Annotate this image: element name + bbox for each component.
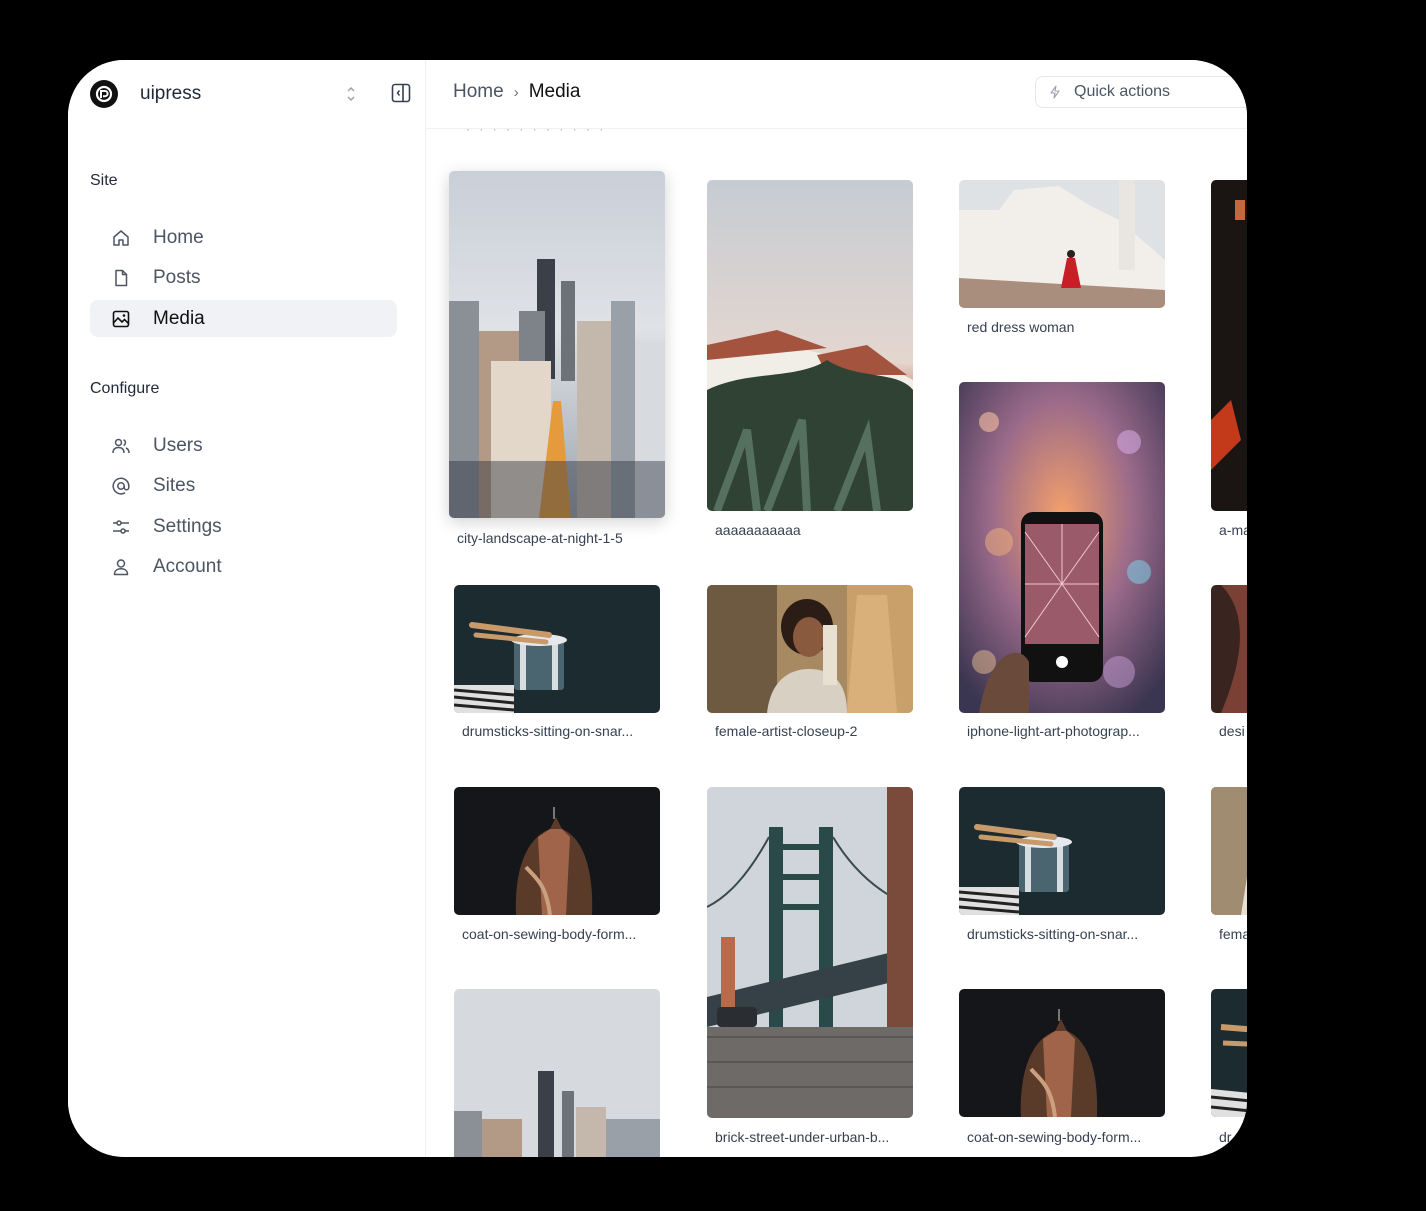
media-caption: city-landscape-at-night-1-5	[457, 530, 623, 546]
breadcrumb-separator-icon: ›	[513, 83, 519, 101]
sidebar-item-media[interactable]: Media	[90, 300, 397, 338]
media-thumbnail[interactable]	[454, 585, 660, 713]
bolt-icon	[1050, 85, 1060, 99]
site-switcher[interactable]: uipress	[90, 78, 411, 110]
media-thumbnail[interactable]	[449, 171, 665, 518]
top-bar: · · · · · · · · · · · Home › Media Quick…	[426, 60, 1247, 136]
sidebar-item-account[interactable]: Account	[90, 549, 397, 586]
sidebar-item-label: Settings	[153, 515, 222, 537]
media-thumbnail[interactable]	[959, 787, 1165, 915]
media-caption: iphone-light-art-photograp...	[967, 723, 1140, 739]
quick-actions-label: Quick actions	[1074, 83, 1171, 100]
users-icon	[110, 435, 132, 457]
media-thumbnail[interactable]	[959, 382, 1165, 713]
media-caption: aaaaaaaaaaa	[715, 522, 801, 538]
sidebar-item-label: Home	[153, 226, 204, 248]
media-thumbnail[interactable]	[1211, 180, 1247, 511]
user-icon	[110, 556, 132, 578]
sidebar-item-users[interactable]: Users	[90, 427, 397, 464]
sidebar-item-settings[interactable]: Settings	[90, 508, 397, 545]
home-icon	[110, 227, 132, 249]
media-caption: coat-on-sewing-body-form...	[967, 1129, 1142, 1145]
sidebar-item-label: Account	[153, 556, 222, 578]
media-thumbnail[interactable]	[959, 180, 1165, 308]
section-title-site: Site	[90, 172, 118, 189]
media-thumbnail[interactable]	[1211, 585, 1247, 713]
media-thumbnail[interactable]	[1211, 989, 1247, 1117]
section-title-configure: Configure	[90, 380, 160, 397]
media-caption: desi	[1219, 723, 1245, 739]
media-thumbnail[interactable]	[707, 585, 913, 713]
quick-actions-button[interactable]: Quick actions	[1035, 76, 1247, 108]
file-icon	[110, 267, 132, 289]
nav-configure: Users Sites Settings Account	[90, 427, 397, 589]
media-caption: coat-on-sewing-body-form...	[462, 926, 637, 942]
main-content: city-landscape-at-night-1-5 drumsticks-s…	[426, 60, 1247, 1157]
sliders-icon	[110, 516, 132, 538]
media-thumbnail[interactable]	[454, 989, 660, 1157]
sidebar-item-label: Posts	[153, 267, 201, 289]
media-caption: brick-street-under-urban-b...	[715, 1129, 890, 1145]
media-thumbnail[interactable]	[707, 180, 913, 511]
sidebar-item-label: Media	[153, 307, 205, 329]
sidebar-toggle-icon[interactable]	[390, 82, 412, 104]
uipress-logo-icon	[90, 80, 118, 108]
media-caption: female-artist-closeup-2	[715, 723, 858, 739]
media-thumbnail[interactable]	[454, 787, 660, 915]
media-grid: city-landscape-at-night-1-5 drumsticks-s…	[426, 60, 1247, 1157]
chevron-updown-icon[interactable]	[344, 83, 358, 105]
media-thumbnail[interactable]	[707, 787, 913, 1118]
media-thumbnail[interactable]	[959, 989, 1165, 1117]
sidebar-item-label: Users	[153, 434, 203, 456]
site-name: uipress	[140, 83, 202, 104]
breadcrumb-current: Media	[528, 81, 581, 102]
sidebar: uipress Site Home Posts Media Configure	[68, 60, 426, 1157]
media-caption: a-ma	[1219, 522, 1247, 538]
media-caption: red dress woman	[967, 319, 1075, 335]
media-caption: drumsticks-sitting-on-snar...	[967, 926, 1139, 942]
breadcrumb-home-link[interactable]: Home	[453, 81, 504, 103]
sidebar-item-home[interactable]: Home	[90, 219, 397, 256]
nav-site: Home Posts Media	[90, 219, 397, 341]
media-caption: drumsticks-sitting-on-snar...	[462, 723, 634, 739]
media-caption: fema	[1219, 926, 1247, 942]
breadcrumb: Home › Media	[453, 81, 580, 103]
app-window: uipress Site Home Posts Media Configure	[68, 60, 1247, 1157]
sidebar-item-sites[interactable]: Sites	[90, 468, 397, 505]
media-thumbnail[interactable]	[1211, 787, 1247, 915]
media-caption: dr	[1219, 1129, 1232, 1145]
scrolled-caption-row: · · · · · · · · · · ·	[466, 122, 607, 136]
sidebar-item-posts[interactable]: Posts	[90, 260, 397, 297]
sidebar-item-label: Sites	[153, 475, 196, 497]
image-icon	[110, 308, 132, 330]
at-icon	[110, 475, 132, 497]
